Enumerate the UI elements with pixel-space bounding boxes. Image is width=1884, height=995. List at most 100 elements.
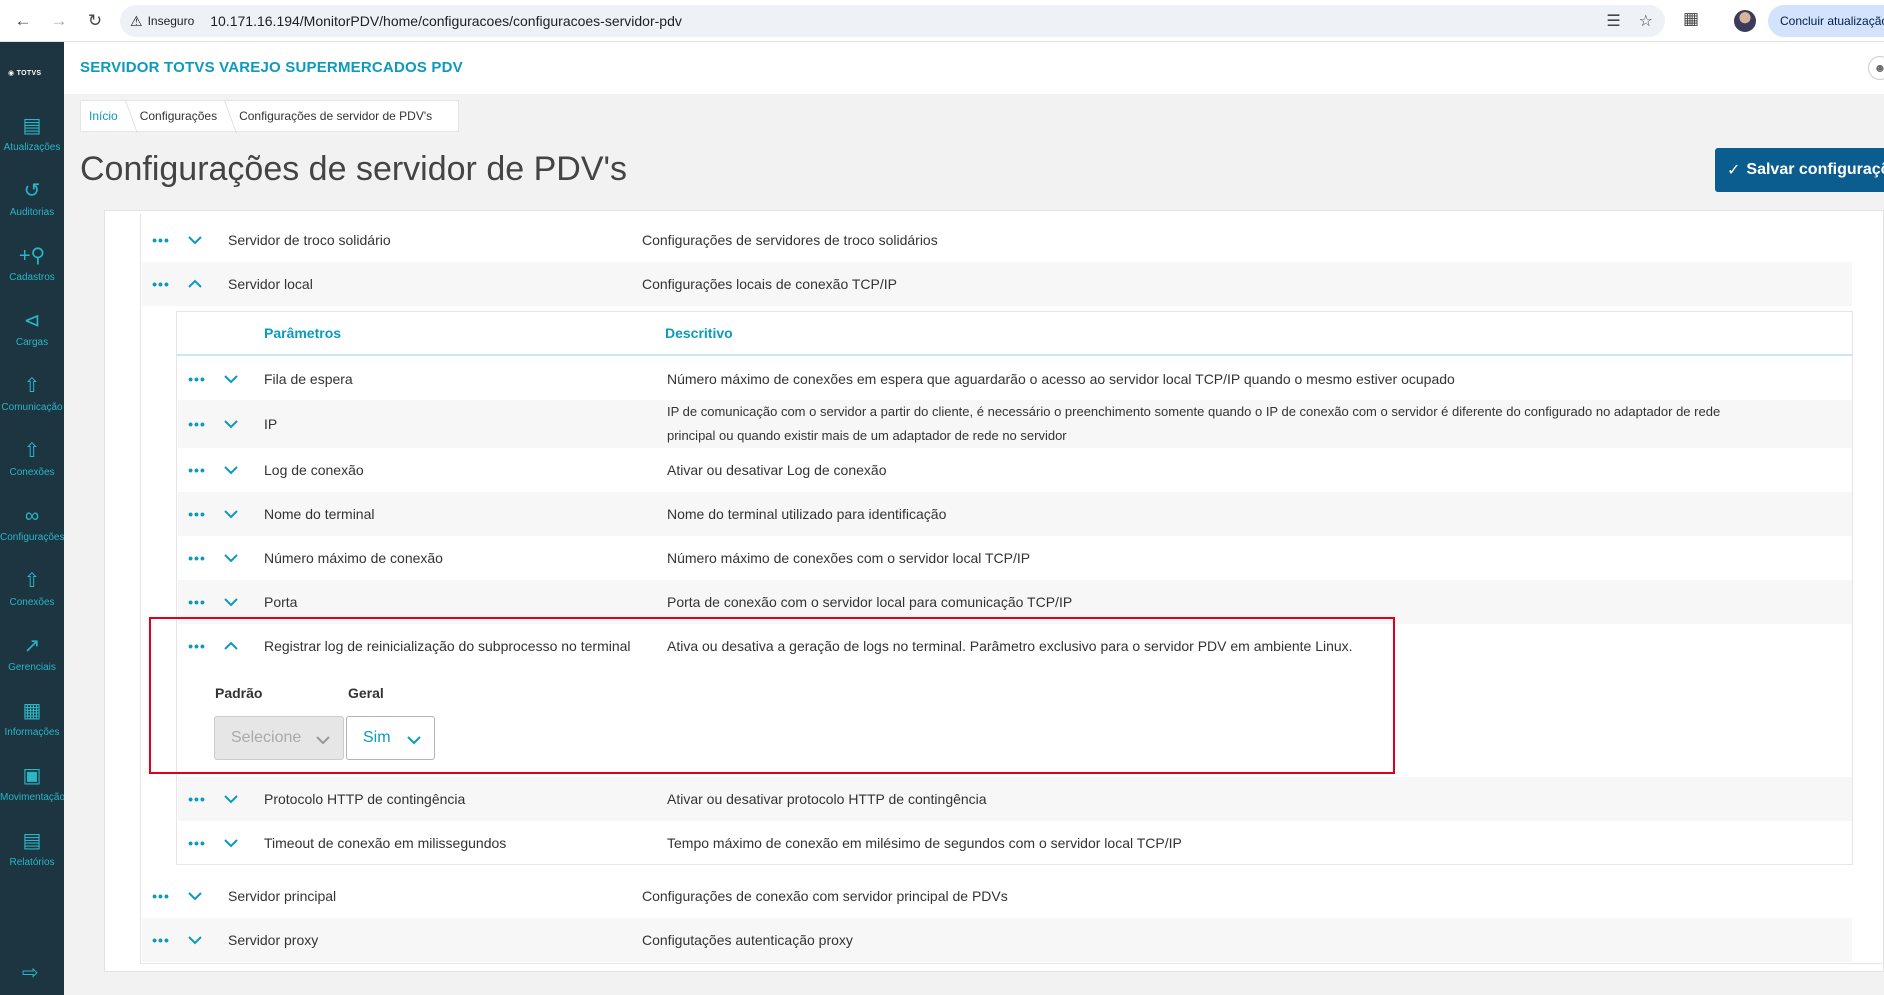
chevron-down-icon[interactable] — [216, 835, 246, 851]
user-icon[interactable]: ☻ — [1868, 56, 1884, 80]
share-icon: ⊲ — [23, 310, 41, 332]
reload-icon[interactable]: ↻ — [82, 8, 108, 34]
upload-doc-icon: ⇧ — [23, 570, 41, 592]
sidebar-item-label: Relatórios — [9, 857, 55, 868]
sidebar-item-atualizacoes[interactable]: ▤ Atualizações — [0, 114, 64, 174]
group-row: ••• Servidor principal Configurações de … — [142, 874, 1852, 918]
sidebar-item-movimentacao[interactable]: ▣ Movimentação — [0, 764, 64, 824]
update-browser-button[interactable]: Concluir atualização — [1768, 5, 1884, 37]
chevron-down-icon[interactable] — [216, 371, 246, 387]
more-options-icon[interactable]: ••• — [178, 791, 216, 807]
param-description-line: principal ou quando existir mais de um a… — [667, 428, 1067, 443]
sidebar-item-label: Movimentação — [0, 792, 64, 803]
save-configurations-button[interactable]: ✓ Salvar configurações — [1715, 148, 1884, 192]
sidebar-item-configuracoes[interactable]: ∞ Configurações — [0, 504, 64, 564]
breadcrumb-inicio[interactable]: Início — [81, 109, 132, 123]
forward-icon[interactable]: → — [46, 8, 72, 34]
more-options-icon[interactable]: ••• — [178, 416, 216, 432]
table-row: ••• Protocolo HTTP de contingência Ativa… — [178, 777, 1852, 821]
address-bar[interactable]: ⚠ Inseguro 10.171.16.194/MonitorPDV/home… — [120, 5, 1665, 37]
sidebar-item-label: Conexões — [9, 467, 55, 478]
more-options-icon[interactable]: ••• — [178, 506, 216, 522]
sidebar-item-label: Comunicação — [1, 402, 63, 413]
extensions-icon[interactable]: ▦ — [1683, 9, 1699, 29]
param-description: Porta de conexão com o servidor local pa… — [667, 594, 1073, 610]
group-name: Servidor local — [228, 276, 313, 292]
table-header: Parâmetros Descritivo — [176, 311, 1853, 356]
app-header: SERVIDOR TOTVS VAREJO SUPERMERCADOS PDV … — [64, 42, 1884, 94]
more-options-icon[interactable]: ••• — [178, 371, 216, 387]
sidebar-item-auditorias[interactable]: ↺ Auditorias — [0, 179, 64, 239]
warning-icon: ⚠ — [130, 12, 143, 29]
chevron-down-icon[interactable] — [216, 791, 246, 807]
table-row: ••• Número máximo de conexão Número máxi… — [178, 536, 1852, 580]
history-icon: ↺ — [23, 180, 41, 202]
group-description: Configurações de conexão com servidor pr… — [642, 888, 1008, 904]
breadcrumb-current: Configurações de servidor de PDV's — [239, 109, 433, 123]
add-user-icon: +⚲ — [18, 245, 46, 267]
sidebar-item-label: Cargas — [15, 337, 49, 348]
back-icon[interactable]: ← — [10, 8, 36, 34]
chevron-down-icon[interactable] — [216, 506, 246, 522]
more-options-icon[interactable]: ••• — [178, 550, 216, 566]
breadcrumb-configuracoes[interactable]: Configurações — [132, 109, 231, 123]
sidebar-item-cargas[interactable]: ⊲ Cargas — [0, 309, 64, 369]
logo-mark-icon: ◉ — [8, 70, 15, 77]
sidebar-item-relatorios[interactable]: ▤ Relatórios — [0, 829, 64, 889]
expand-menu-icon[interactable]: ⇨ — [22, 960, 39, 985]
chevron-up-icon[interactable] — [180, 276, 210, 292]
sidebar-item-cadastros[interactable]: +⚲ Cadastros — [0, 244, 64, 304]
logo-text: TOTVS — [16, 70, 42, 77]
param-description: Ativar ou desativar Log de conexão — [667, 462, 887, 478]
translate-icon[interactable]: ☰ — [1606, 11, 1620, 31]
server-icon: ▤ — [22, 115, 42, 137]
chevron-down-icon[interactable] — [180, 232, 210, 248]
more-options-icon[interactable]: ••• — [178, 462, 216, 478]
column-header-descritivo[interactable]: Descritivo — [665, 325, 733, 341]
sidebar-item-label: Atualizações — [3, 142, 61, 153]
table-row: ••• Nome do terminal Nome do terminal ut… — [178, 492, 1852, 536]
profile-avatar[interactable] — [1734, 10, 1756, 32]
sidebar-item-label: Auditorias — [9, 207, 55, 218]
table-row: ••• Timeout de conexão em milissegundos … — [178, 821, 1852, 865]
column-header-parametros[interactable]: Parâmetros — [264, 325, 341, 341]
more-options-icon[interactable]: ••• — [142, 932, 180, 948]
breadcrumb: Início Configurações Configurações de se… — [80, 100, 460, 132]
chevron-down-icon[interactable] — [216, 594, 246, 610]
chevron-down-icon[interactable] — [216, 416, 246, 432]
param-name: Número máximo de conexão — [264, 550, 443, 566]
group-description: Configurações locais de conexão TCP/IP — [642, 276, 897, 292]
page-title: Configurações de servidor de PDV's — [80, 150, 627, 188]
sidebar-item-label: Gerenciais — [8, 662, 56, 673]
sidebar-item-label: Cadastros — [9, 272, 55, 283]
more-options-icon[interactable]: ••• — [178, 594, 216, 610]
sidebar-item-informacoes[interactable]: ▦ Informações — [0, 699, 64, 759]
more-options-icon[interactable]: ••• — [142, 888, 180, 904]
chevron-down-icon[interactable] — [180, 888, 210, 904]
more-options-icon[interactable]: ••• — [142, 276, 180, 292]
security-label: Inseguro — [147, 14, 195, 28]
more-options-icon[interactable]: ••• — [142, 232, 180, 248]
param-name: Nome do terminal — [264, 506, 375, 522]
chevron-down-icon[interactable] — [216, 550, 246, 566]
bookmark-star-icon[interactable]: ☆ — [1639, 11, 1653, 31]
more-options-icon[interactable]: ••• — [178, 835, 216, 851]
chevron-down-icon[interactable] — [216, 462, 246, 478]
group-name: Servidor de troco solidário — [228, 232, 391, 248]
group-description: Configurações de servidores de troco sol… — [642, 232, 938, 248]
chart-icon: ↗ — [23, 635, 41, 657]
sidebar-item-conexoes-2[interactable]: ⇧ Conexões — [0, 569, 64, 629]
sidebar-item-gerenciais[interactable]: ↗ Gerenciais — [0, 634, 64, 694]
group-name: Servidor principal — [228, 888, 337, 904]
url-text[interactable]: 10.171.16.194/MonitorPDV/home/configurac… — [210, 13, 682, 29]
app-title: SERVIDOR TOTVS VAREJO SUPERMERCADOS PDV — [80, 59, 463, 76]
chevron-down-icon[interactable] — [180, 932, 210, 948]
param-name: Fila de espera — [264, 371, 353, 387]
sidebar-item-comunicacao[interactable]: ⇧ Comunicação — [0, 374, 64, 434]
security-chip[interactable]: ⚠ Inseguro — [130, 13, 194, 30]
sidebar-item-conexoes[interactable]: ⇧ Conexões — [0, 439, 64, 499]
group-name: Servidor proxy — [228, 932, 319, 948]
param-description: Tempo máximo de conexão em milésimo de s… — [667, 835, 1182, 851]
upload-doc-icon: ⇧ — [23, 440, 41, 462]
param-name: Porta — [264, 594, 298, 610]
